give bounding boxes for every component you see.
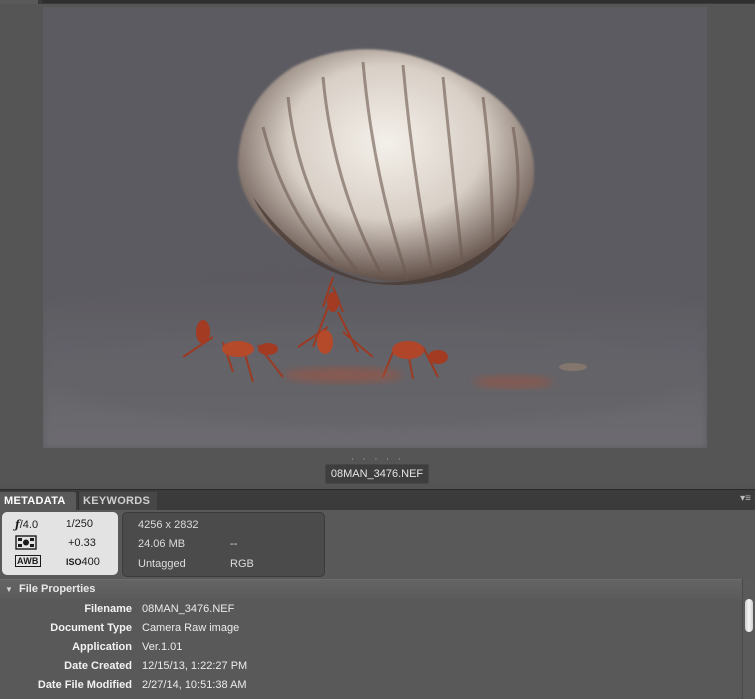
resolution: -- xyxy=(230,538,238,550)
iso-icon: ISO xyxy=(66,557,82,567)
property-row: Filename 08MAN_3476.NEF xyxy=(0,600,742,619)
top-strip-right xyxy=(42,0,755,3)
iso-value: 400 xyxy=(81,556,100,568)
aperture-value: /4.0 xyxy=(19,519,39,531)
color-profile: Untagged xyxy=(138,558,186,570)
preview-panel: · · · · · 08MAN_3476.NEF xyxy=(0,4,755,484)
tab-keywords[interactable]: KEYWORDS xyxy=(78,492,157,511)
shutter-denominator: /250 xyxy=(71,518,93,530)
color-mode: RGB xyxy=(230,558,254,570)
property-label: Date File Modified xyxy=(37,679,132,691)
awb-icon: AWB xyxy=(15,555,41,567)
property-value: Camera Raw image xyxy=(142,622,240,634)
property-row: Application Ver.1.01 xyxy=(0,638,742,657)
property-label: Filename xyxy=(84,603,132,615)
property-value: 2/27/14, 10:51:38 AM xyxy=(142,679,247,691)
aperture: ƒ/4.0 xyxy=(15,518,38,531)
property-value: 12/15/13, 1:22:27 PM xyxy=(142,660,248,672)
metadata-panel: ƒ/4.0 1/250 +0.33 AWB ISO400 4256 x 2832… xyxy=(0,510,755,699)
section-title: File Properties xyxy=(19,583,96,595)
exposure-compensation: +0.33 xyxy=(68,537,96,549)
preview-filename: 08MAN_3476.NEF xyxy=(325,464,429,484)
camera-data-placard: ƒ/4.0 1/250 +0.33 AWB ISO400 xyxy=(2,512,118,575)
metering-icon xyxy=(15,535,37,553)
property-label: Application xyxy=(72,641,132,653)
preview-image[interactable] xyxy=(43,7,707,448)
iso: ISO400 xyxy=(66,556,100,568)
panel-menu-icon[interactable]: ▾≡ xyxy=(740,493,751,504)
property-row: Date File Modified 2/27/14, 10:51:38 AM xyxy=(0,676,742,695)
image-dimensions: 4256 x 2832 xyxy=(138,519,199,531)
tab-metadata[interactable]: METADATA xyxy=(0,492,76,511)
scrollbar-thumb[interactable] xyxy=(745,599,753,632)
property-value: 08MAN_3476.NEF xyxy=(142,603,235,615)
vertical-scrollbar[interactable] xyxy=(742,579,755,699)
file-size: 24.06 MB xyxy=(138,538,186,550)
white-balance: AWB xyxy=(15,555,41,567)
shutter-speed: 1/250 xyxy=(66,518,93,530)
property-value: Ver.1.01 xyxy=(142,641,183,653)
photo-illustration xyxy=(43,7,707,448)
file-info-placard: 4256 x 2832 24.06 MB -- Untagged RGB xyxy=(122,512,325,577)
property-label: Document Type xyxy=(50,622,132,634)
panel-tab-bar: METADATA KEYWORDS ▾≡ xyxy=(0,489,755,511)
section-file-properties[interactable]: ▼ File Properties xyxy=(0,579,755,599)
property-row: Document Type Camera Raw image xyxy=(0,619,742,638)
property-label: Date Created xyxy=(64,660,132,672)
property-row: Date Created 12/15/13, 1:22:27 PM xyxy=(0,657,742,676)
disclosure-triangle-icon[interactable]: ▼ xyxy=(5,585,13,594)
